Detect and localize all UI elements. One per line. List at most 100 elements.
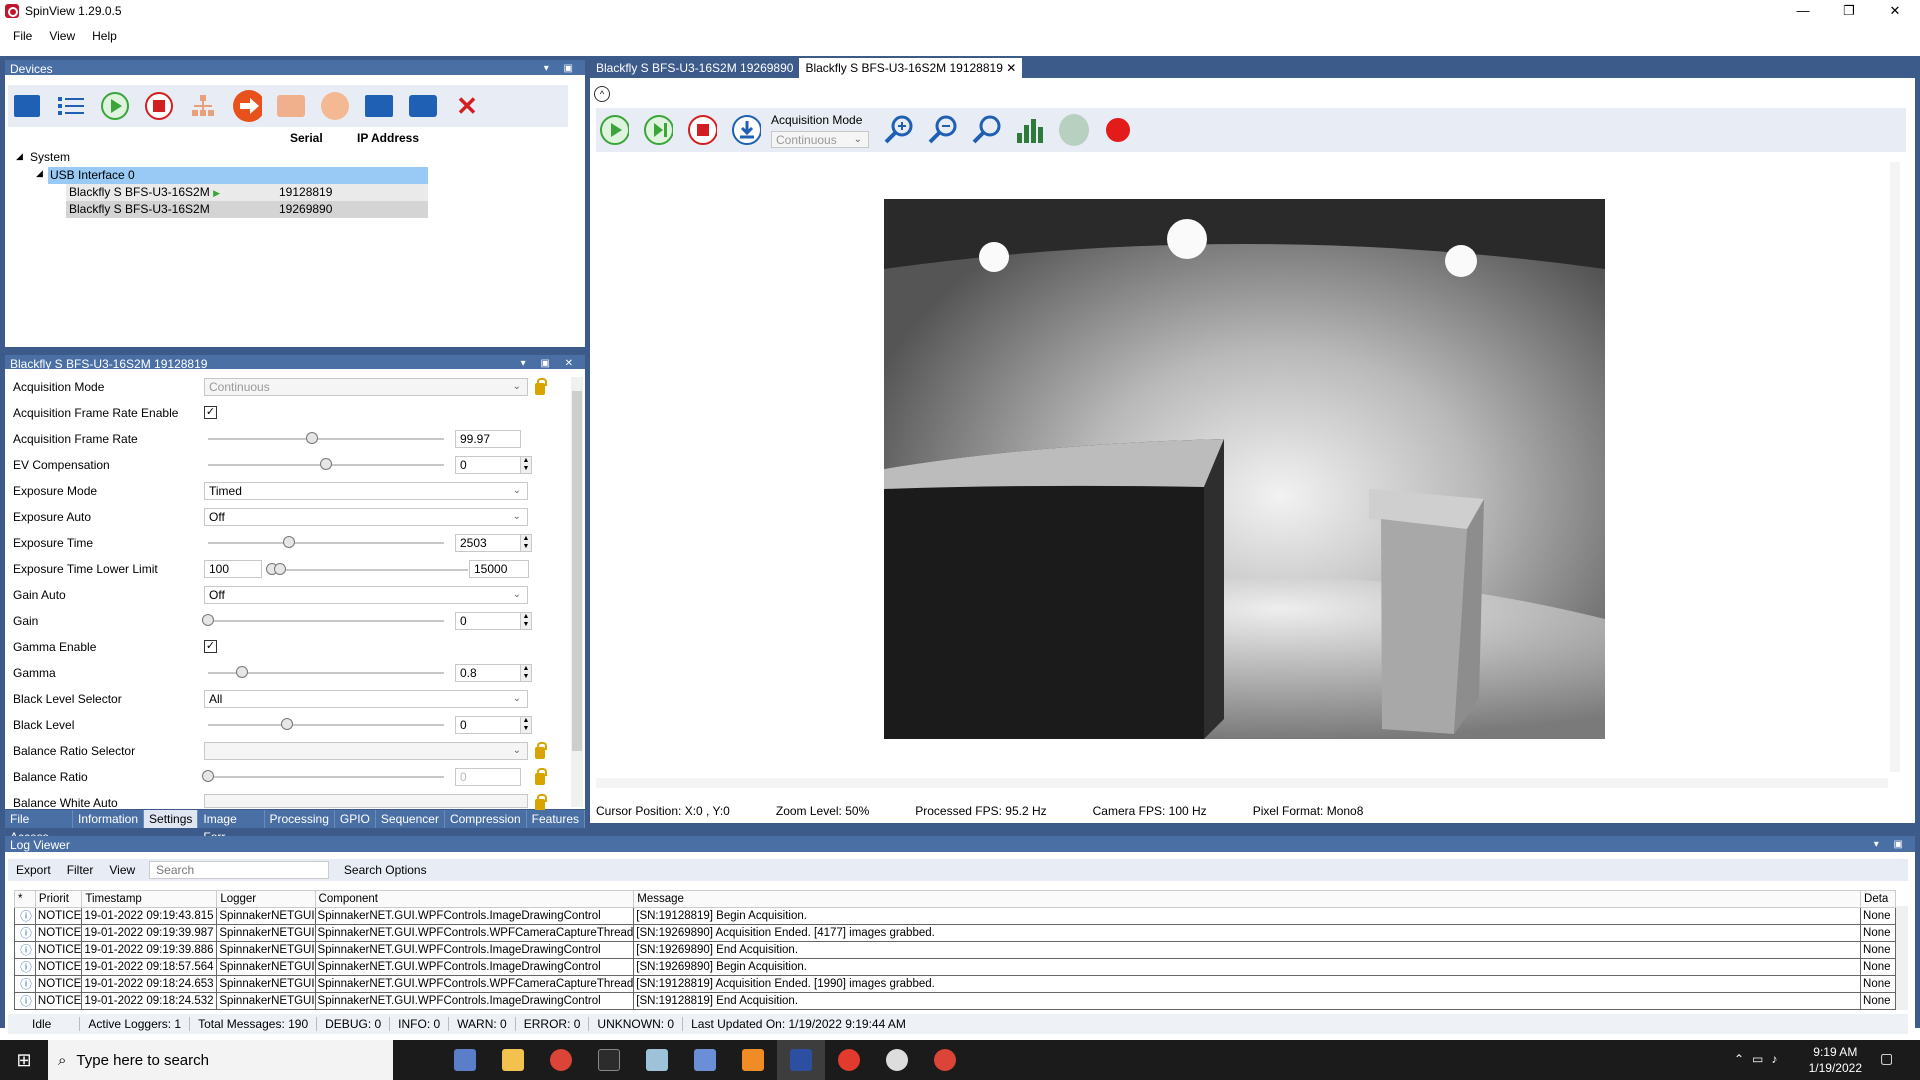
exposure-time-slider[interactable] bbox=[208, 542, 444, 544]
slider-thumb[interactable] bbox=[281, 718, 293, 730]
viewer-tab-camera-19269890[interactable]: Blackfly S BFS-U3-16S2M 19269890 bbox=[590, 58, 799, 78]
viewer-tab-camera-19128819[interactable]: Blackfly S BFS-U3-16S2M 19128819 ✕ bbox=[799, 58, 1023, 78]
tab-settings[interactable]: Settings bbox=[144, 810, 199, 828]
properties-scrollbar[interactable] bbox=[571, 377, 583, 807]
view-menu[interactable]: View bbox=[109, 863, 135, 877]
exposure-range-slider[interactable] bbox=[268, 569, 468, 571]
open-camera-icon[interactable] bbox=[12, 91, 42, 121]
exposure-auto-dropdown[interactable]: Off ⌄ bbox=[204, 508, 528, 526]
balance-ratio-input[interactable]: 0 bbox=[455, 768, 521, 786]
tree-expand-icon[interactable]: ◢ bbox=[36, 168, 43, 179]
tree-camera-row[interactable]: Blackfly S BFS-U3-16S2M ▶ 19128819 bbox=[66, 184, 428, 201]
task-view-icon[interactable] bbox=[441, 1040, 489, 1080]
ip-column-header[interactable]: IP Address bbox=[357, 131, 419, 145]
tree-expand-icon[interactable]: ◢ bbox=[16, 151, 23, 162]
log-row[interactable]: ⓘ NOTICE 19-01-2022 09:18:57.564 SpinnakerN… bbox=[14, 958, 1896, 976]
tab-file-access[interactable]: File Access bbox=[5, 810, 73, 844]
histogram-icon[interactable] bbox=[1015, 115, 1045, 145]
slider-thumb[interactable] bbox=[283, 536, 295, 548]
properties-icon[interactable] bbox=[364, 91, 394, 121]
log-column-header[interactable]: Logger bbox=[216, 890, 316, 908]
chrome-icon[interactable] bbox=[537, 1040, 585, 1080]
play-icon[interactable] bbox=[599, 115, 629, 145]
frame-rate-input[interactable]: 99.97 bbox=[455, 430, 521, 448]
restore-button[interactable]: ❐ bbox=[1826, 0, 1872, 22]
camera-capture-icon[interactable] bbox=[320, 91, 350, 121]
stepper-icon[interactable]: ▲ ▼ bbox=[520, 456, 532, 474]
sublime-text-icon[interactable] bbox=[729, 1040, 777, 1080]
tree-system[interactable]: System bbox=[30, 150, 70, 164]
exposure-lower-limit-input[interactable]: 100 bbox=[204, 560, 262, 578]
taskbar-clock[interactable]: 9:19 AM 1/19/2022 bbox=[1809, 1044, 1862, 1076]
clock-app-icon[interactable] bbox=[873, 1040, 921, 1080]
notification-icon[interactable]: ▢ bbox=[1880, 1050, 1893, 1067]
frame-rate-enable-checkbox[interactable]: ✓ bbox=[204, 406, 217, 419]
menu-help[interactable]: Help bbox=[92, 29, 117, 43]
log-row[interactable]: ⓘ NOTICE 19-01-2022 09:18:24.532 SpinnakerN… bbox=[14, 992, 1896, 1010]
log-row[interactable]: ⓘ NOTICE 19-01-2022 09:19:39.987 SpinnakerN… bbox=[14, 924, 1896, 942]
spinview-taskbar-icon[interactable] bbox=[777, 1040, 825, 1080]
record-icon[interactable] bbox=[1103, 115, 1133, 145]
search-options-button[interactable]: Search Options bbox=[344, 863, 427, 877]
balance-ratio-selector-dropdown[interactable]: ⌄ bbox=[204, 742, 528, 760]
save-image-icon[interactable] bbox=[731, 115, 761, 145]
stepper-icon[interactable]: ▲ ▼ bbox=[520, 534, 532, 552]
balance-ratio-slider[interactable] bbox=[208, 776, 444, 778]
app-icon[interactable] bbox=[633, 1040, 681, 1080]
network-app-icon[interactable] bbox=[681, 1040, 729, 1080]
stop-icon[interactable] bbox=[144, 91, 174, 121]
tab-processing[interactable]: Processing bbox=[265, 810, 335, 828]
tab-features[interactable]: Features bbox=[527, 810, 585, 828]
slider-thumb[interactable] bbox=[274, 563, 286, 575]
viewer-vertical-scrollbar[interactable] bbox=[1890, 162, 1900, 772]
log-row[interactable]: ⓘ NOTICE 19-01-2022 09:19:43.815 SpinnakerN… bbox=[14, 907, 1896, 925]
gain-auto-dropdown[interactable]: Off ⌄ bbox=[204, 586, 528, 604]
stepper-icon[interactable]: ▲ ▼ bbox=[520, 612, 532, 630]
balance-white-auto-dropdown[interactable] bbox=[204, 794, 528, 808]
tab-compression[interactable]: Compression bbox=[445, 810, 527, 828]
filter-menu[interactable]: Filter bbox=[67, 863, 94, 877]
forward-arrow-icon[interactable] bbox=[232, 90, 262, 122]
serial-column-header[interactable]: Serial bbox=[290, 131, 323, 145]
tab-sequencer[interactable]: Sequencer bbox=[376, 810, 445, 828]
slider-thumb[interactable] bbox=[202, 614, 214, 626]
log-column-header[interactable]: Deta bbox=[1860, 890, 1896, 908]
chrome-icon[interactable] bbox=[921, 1040, 969, 1080]
black-level-slider[interactable] bbox=[208, 724, 444, 726]
red-app-icon[interactable] bbox=[825, 1040, 873, 1080]
stepper-icon[interactable]: ▲ ▼ bbox=[520, 664, 532, 682]
log-column-header[interactable]: Component bbox=[314, 890, 635, 908]
gamma-enable-checkbox[interactable]: ✓ bbox=[204, 640, 217, 653]
log-column-header[interactable]: * bbox=[14, 890, 36, 908]
exposure-mode-dropdown[interactable]: Timed ⌄ bbox=[204, 482, 528, 500]
message-icon[interactable] bbox=[408, 91, 438, 121]
log-search-input[interactable]: Search bbox=[149, 861, 330, 879]
stop-icon[interactable] bbox=[687, 115, 717, 145]
viewer-horizontal-scrollbar[interactable] bbox=[596, 778, 1888, 788]
log-column-header[interactable]: Timestamp bbox=[81, 890, 218, 908]
tab-gpio[interactable]: GPIO bbox=[335, 810, 376, 828]
slider-thumb[interactable] bbox=[236, 666, 248, 678]
play-icon[interactable] bbox=[100, 91, 130, 121]
terminal-icon[interactable] bbox=[585, 1040, 633, 1080]
close-button[interactable]: ✕ bbox=[1872, 0, 1918, 22]
close-tab-icon[interactable]: ✕ bbox=[1006, 61, 1016, 75]
acquisition-mode-dropdown[interactable]: Continuous ⌄ bbox=[771, 131, 869, 148]
collapse-toolbar-icon[interactable]: ^ bbox=[594, 86, 610, 102]
zoom-fit-icon[interactable] bbox=[971, 115, 1001, 145]
gain-input[interactable]: 0 bbox=[455, 612, 521, 630]
camera-frame-image[interactable] bbox=[884, 199, 1605, 739]
single-frame-icon[interactable] bbox=[643, 115, 673, 145]
gain-slider[interactable] bbox=[208, 620, 444, 622]
exposure-upper-limit-input[interactable]: 15000 bbox=[469, 560, 529, 578]
slider-thumb[interactable] bbox=[202, 770, 214, 782]
black-level-input[interactable]: 0 bbox=[455, 716, 521, 734]
system-tray-icons[interactable]: ⌃▭♪ bbox=[1734, 1052, 1785, 1066]
black-level-selector-dropdown[interactable]: All ⌄ bbox=[204, 690, 528, 708]
taskbar-search[interactable]: ⌕ Type here to search bbox=[48, 1040, 393, 1080]
ev-compensation-input[interactable]: 0 bbox=[455, 456, 521, 474]
menu-file[interactable]: File bbox=[13, 29, 32, 43]
log-row[interactable]: ⓘ NOTICE 19-01-2022 09:18:24.653 SpinnakerN… bbox=[14, 975, 1896, 993]
menu-view[interactable]: View bbox=[49, 29, 75, 43]
delete-icon[interactable]: ✕ bbox=[452, 91, 482, 121]
